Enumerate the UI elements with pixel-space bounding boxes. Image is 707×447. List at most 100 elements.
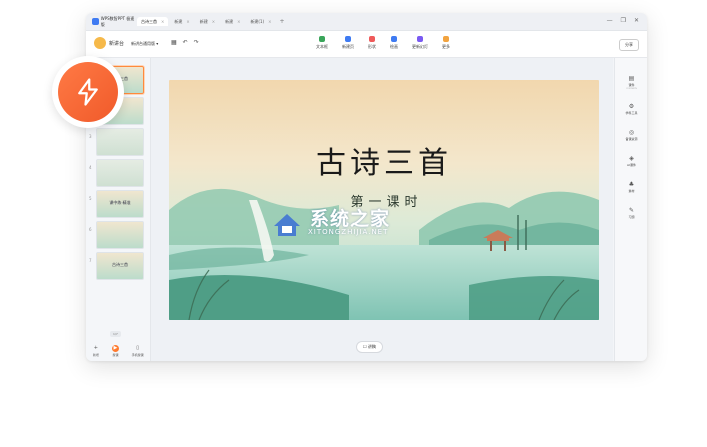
minimize-icon[interactable]: —: [607, 17, 613, 24]
slide-thumbnail[interactable]: [96, 159, 144, 187]
tab-document[interactable]: 新建(1) ×: [246, 17, 275, 26]
tab-document[interactable]: 新建 ×: [221, 17, 244, 26]
rp-ai-courseware[interactable]: ◈ AI课件: [615, 156, 647, 168]
rp-label: 习题: [628, 215, 635, 219]
rp-sub: CONTENTS: [626, 88, 637, 90]
lightning-badge: [52, 56, 124, 128]
new-slide-icon: [345, 36, 351, 42]
tab-document[interactable]: 新建 ×: [170, 17, 193, 26]
phone-icon: ▯: [136, 345, 140, 351]
add-tab-button[interactable]: +: [279, 18, 284, 25]
tool-label: 更新幻灯: [412, 44, 428, 49]
tool-label: 绘画: [390, 44, 398, 49]
window-controls: — ❐ ✕: [607, 17, 639, 24]
close-icon[interactable]: ×: [212, 19, 215, 24]
slide-thumbnail[interactable]: [96, 128, 144, 156]
tool-new-slide[interactable]: 新建页: [342, 36, 354, 50]
present-button[interactable]: ▶ 授课: [111, 344, 119, 357]
rp-label: 备课资源: [625, 137, 638, 141]
resource-icon: ◎: [628, 129, 635, 136]
rp-materials[interactable]: ♣ 素材: [615, 181, 647, 194]
tab-label: 新建: [174, 18, 183, 24]
slide-thumbnail[interactable]: 古诗三首: [96, 252, 144, 280]
close-window-icon[interactable]: ✕: [634, 17, 639, 24]
textbox-icon: [319, 36, 325, 42]
brand-label: 新讲台: [109, 40, 125, 47]
thumb-number: 6: [89, 227, 92, 232]
thumb-number: 3: [89, 134, 92, 139]
toolbar-quick-actions: ▦ ↶ ↷: [171, 39, 199, 46]
tool-label: 新建页: [342, 44, 354, 49]
lightning-glyph: [78, 78, 98, 106]
brand[interactable]: 新讲台: [94, 37, 124, 49]
slide-thumbnail[interactable]: [96, 221, 144, 249]
close-icon[interactable]: ×: [237, 19, 240, 24]
draw-icon: [391, 36, 397, 42]
rp-exercises[interactable]: ✎ 习题: [615, 207, 647, 220]
watermark-logo-icon: [274, 214, 300, 236]
current-slide[interactable]: 古诗三首 第一课时: [169, 80, 599, 320]
slide-thumbnail[interactable]: 课中练·精准: [96, 190, 144, 218]
redo-icon[interactable]: ↷: [194, 39, 199, 46]
watermark: 系统之家 XITONGZHIJIA.NET: [270, 204, 440, 244]
tab-label: 新建: [225, 18, 234, 24]
page-counter: 1/7: [110, 331, 121, 337]
tools-icon: ⚙: [628, 103, 635, 110]
tool-update[interactable]: 更新幻灯: [412, 36, 428, 50]
template-select[interactable]: 新讲台通用版 ▾: [131, 41, 158, 47]
rp-label: 学科工具: [625, 111, 638, 115]
tab-label: 新建(1): [250, 18, 265, 24]
phone-present-button[interactable]: ▯ 手机授课: [132, 345, 144, 357]
bottom-actions: + 新增 ▶ 授课 ▯ 手机授课: [86, 340, 150, 361]
watermark-url: XITONGZHIJIA.NET: [308, 228, 389, 236]
rp-subject-tools[interactable]: ⚙ 学科工具: [615, 103, 647, 116]
share-button[interactable]: 分享: [619, 39, 639, 51]
close-icon[interactable]: ×: [186, 19, 189, 24]
thumb-number: 4: [89, 165, 92, 170]
exercise-icon: ✎: [628, 207, 635, 214]
thumb-number: 7: [89, 258, 92, 263]
tab-document[interactable]: 新建 ×: [196, 17, 219, 26]
rp-courseware[interactable]: ▤ 课件 CONTENTS: [615, 75, 647, 91]
app-name: WPS数智PPT 极速版: [92, 16, 137, 28]
app-logo-icon: [92, 18, 99, 25]
update-icon: [417, 36, 423, 42]
template-select-label: 新讲台通用版: [131, 41, 155, 46]
material-icon: ♣: [628, 181, 635, 188]
brand-logo-icon: [94, 37, 106, 49]
close-icon[interactable]: ×: [161, 19, 164, 24]
main-toolbar: 新讲台 新讲台通用版 ▾ ▦ ↶ ↷ 文本框 新建页 形状 绘画 更新幻灯 更多…: [86, 31, 647, 58]
tab-label: 古诗三首: [141, 18, 157, 24]
undo-icon[interactable]: ↶: [183, 39, 188, 46]
maximize-icon[interactable]: ❐: [621, 17, 626, 24]
shape-icon: [369, 36, 375, 42]
rp-label: 素材: [628, 189, 635, 193]
rp-label: 课件: [628, 83, 635, 87]
more-icon: [443, 36, 449, 42]
tool-draw[interactable]: 绘画: [390, 36, 398, 50]
calendar-icon[interactable]: ▦: [171, 39, 177, 46]
play-icon: ▶: [111, 344, 119, 352]
thumb-number: 5: [89, 196, 92, 201]
tool-label: 文本框: [316, 44, 328, 49]
title-bar: WPS数智PPT 极速版 古诗三首 × 新建 × 新建 × 新建 × 新建(1) × + …: [86, 13, 647, 31]
action-label: 新增: [92, 352, 99, 357]
add-slide-button[interactable]: + 新增: [92, 345, 99, 357]
tab-document[interactable]: 古诗三首 ×: [137, 17, 169, 26]
lightning-icon: [58, 62, 118, 122]
plus-icon: +: [93, 345, 98, 351]
thumb-text: 古诗三首: [112, 262, 128, 267]
notes-button[interactable]: ☐ 讲稿: [356, 341, 383, 353]
thumb-text: 课中练·精准: [109, 200, 131, 205]
tool-shape[interactable]: 形状: [368, 36, 376, 50]
book-icon: ▤: [628, 75, 635, 82]
rp-resources[interactable]: ◎ 备课资源: [615, 129, 647, 142]
tool-label: 更多: [442, 44, 450, 49]
close-icon[interactable]: ×: [268, 19, 271, 24]
watermark-text: 系统之家: [310, 208, 391, 230]
tool-more[interactable]: 更多: [442, 36, 450, 50]
tool-textbox[interactable]: 文本框: [316, 36, 328, 50]
slide-title[interactable]: 古诗三首: [169, 138, 599, 182]
right-tool-panel: ▤ 课件 CONTENTS ⚙ 学科工具 ◎ 备课资源 ◈ AI课件 ♣ 素材 ✎ 习题: [614, 58, 647, 361]
rp-label: AI课件: [627, 163, 636, 167]
